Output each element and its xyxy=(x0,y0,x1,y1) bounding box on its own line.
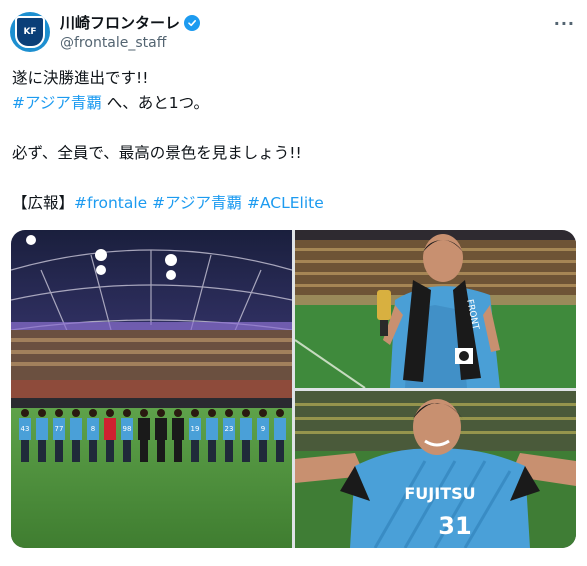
jersey-number: 31 xyxy=(438,512,471,540)
hashtag-link[interactable]: #ACLElite xyxy=(247,194,324,212)
player-number: 19 xyxy=(191,425,200,433)
tweet-line-4: 【広報】#frontale #アジア青覇 #ACLElite xyxy=(12,191,572,216)
tweet-line-3: 必ず、全員で、最高の景色を見ましょう!! xyxy=(12,144,302,162)
tweet-line-1: 遂に決勝進出です!! xyxy=(12,69,149,87)
display-name[interactable]: 川崎フロンターレ xyxy=(60,12,180,33)
author-name-row: 川崎フロンターレ xyxy=(60,12,201,33)
hashtag-link[interactable]: #アジア青覇 xyxy=(152,194,242,212)
player-number: 43 xyxy=(21,425,30,433)
tweet-line-2-text: へ、あと1つ。 xyxy=(101,94,210,112)
avatar[interactable]: KF xyxy=(10,12,50,52)
player-number: 23 xyxy=(225,425,234,433)
author-handle[interactable]: @frontale_staff xyxy=(60,35,166,51)
player-number: 8 xyxy=(91,425,95,433)
photo-player-trophy[interactable]: FRONT xyxy=(295,230,576,388)
media-grid: 43 77 8 98 19 23 9 FRONT FUJITSU 31 xyxy=(11,230,576,548)
jersey-sponsor: FUJITSU xyxy=(404,484,475,503)
more-options-icon[interactable]: ··· xyxy=(554,14,575,33)
hashtag-link[interactable]: #アジア青覇 xyxy=(12,94,102,112)
player-number: 77 xyxy=(55,425,64,433)
club-crest-icon: KF xyxy=(15,16,45,48)
player-number: 98 xyxy=(123,425,132,433)
photo-player-31[interactable]: FUJITSU 31 xyxy=(295,391,576,548)
verified-badge-icon xyxy=(184,14,201,31)
photo-team-celebration[interactable]: 43 77 8 98 19 23 9 xyxy=(11,230,292,548)
tweet-line-2: #アジア青覇 へ、あと1つ。 xyxy=(12,91,572,116)
press-label: 【広報】 xyxy=(12,194,75,212)
hashtag-link[interactable]: #frontale xyxy=(74,194,147,212)
tweet-text: 遂に決勝進出です!! #アジア青覇 へ、あと1つ。 必ず、全員で、最高の景色を見… xyxy=(12,66,572,216)
player-number: 9 xyxy=(261,425,265,433)
